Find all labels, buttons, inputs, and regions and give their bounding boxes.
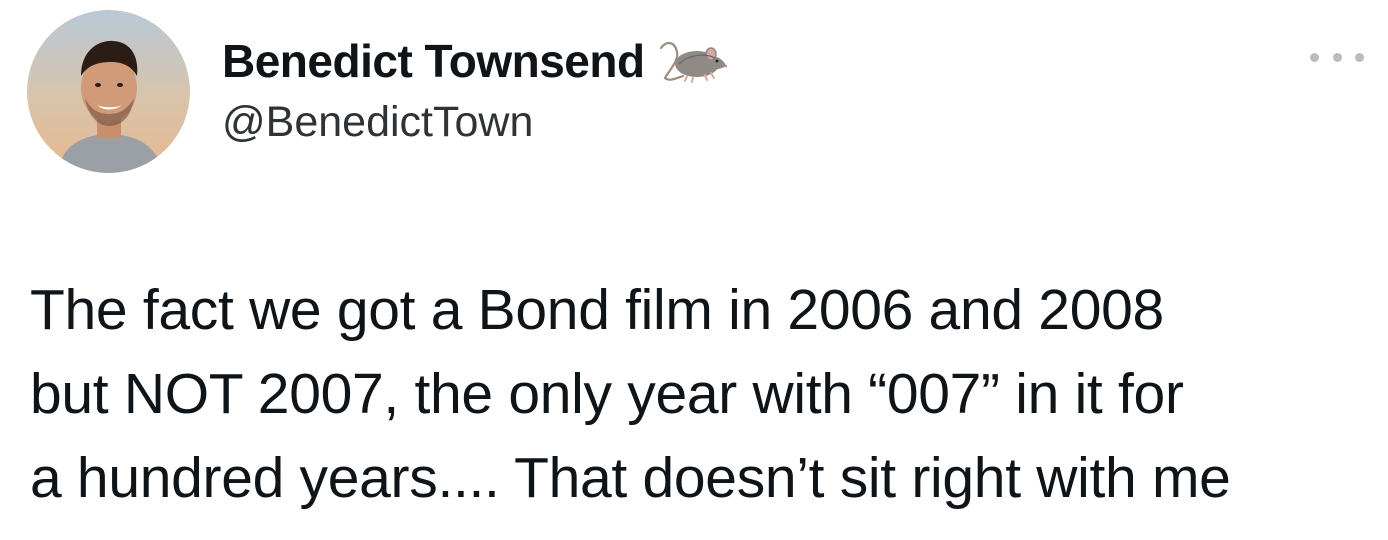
tweet-text-line: a hundred years.... That doesn’t sit rig… bbox=[30, 446, 1231, 510]
ellipsis-dot bbox=[1355, 52, 1364, 62]
tweet-text-line: The fact we got a Bond film in 2006 and … bbox=[30, 278, 1164, 342]
profile-photo-icon bbox=[27, 10, 190, 173]
author-name-row: Benedict Townsend bbox=[222, 30, 727, 92]
tweet-text-line: but NOT 2007, the only year with “007” i… bbox=[30, 362, 1184, 426]
tweet-text: The fact we got a Bond film in 2006 and … bbox=[30, 268, 1370, 520]
rat-icon bbox=[657, 34, 727, 88]
author-handle[interactable]: @BenedictTown bbox=[222, 98, 533, 147]
author-display-name[interactable]: Benedict Townsend bbox=[222, 34, 645, 88]
ellipsis-dot bbox=[1310, 52, 1319, 62]
ellipsis-icon[interactable] bbox=[1310, 42, 1364, 72]
ellipsis-dot bbox=[1332, 52, 1342, 62]
tweet-card: Benedict Townsend @BenedictTown The fact… bbox=[0, 0, 1388, 540]
author-avatar[interactable] bbox=[27, 10, 190, 173]
